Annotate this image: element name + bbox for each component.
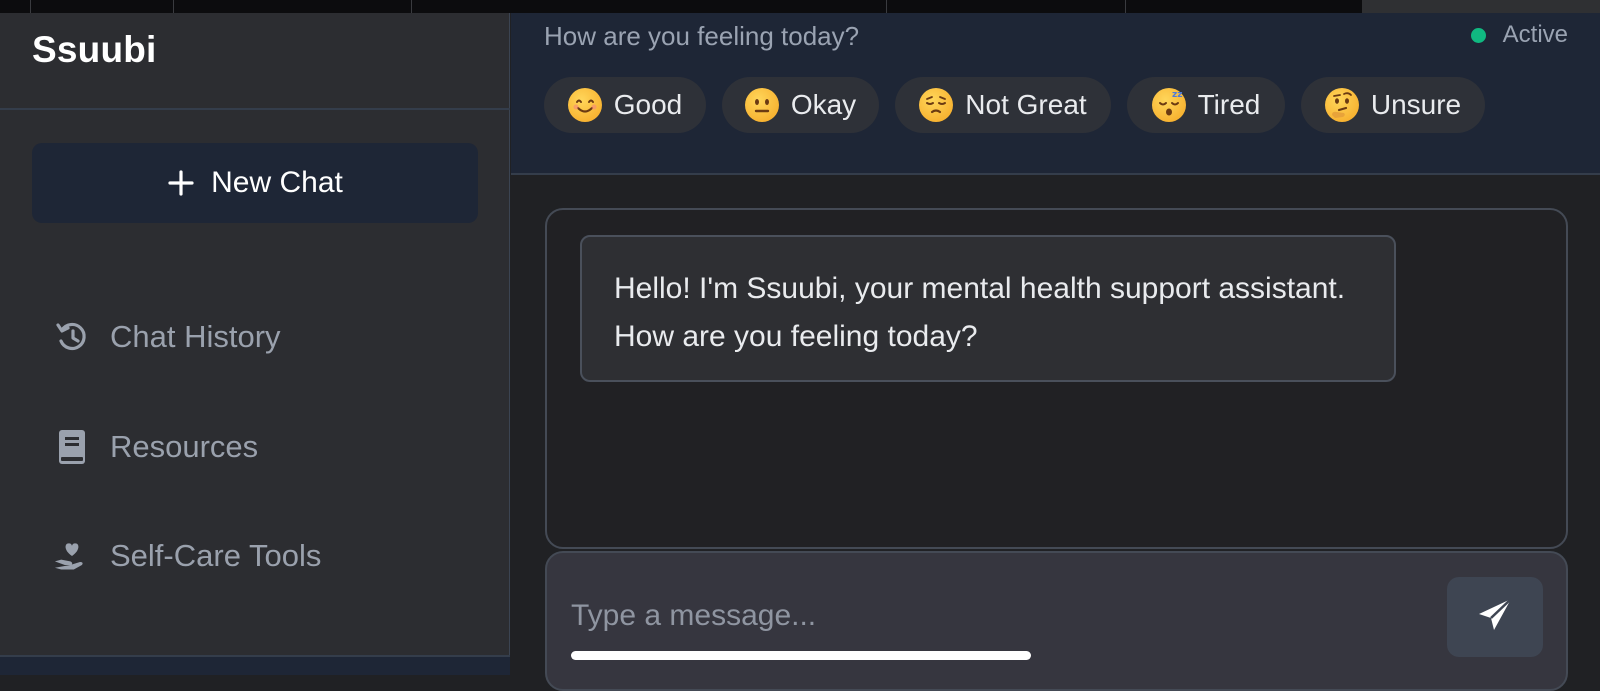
- sidebar-item-label: Self-Care Tools: [110, 538, 322, 573]
- message-input[interactable]: [571, 591, 1411, 641]
- sidebar: Ssuubi New Chat Chat History Resources S…: [0, 13, 510, 675]
- message-composer: [545, 551, 1568, 691]
- mood-header: How are you feeling today? Active Good O…: [511, 13, 1600, 175]
- assistant-message-bubble: Hello! I'm Ssuubi, your mental health su…: [580, 235, 1396, 382]
- tab-separator: [173, 0, 174, 13]
- mood-button-unsure[interactable]: Unsure: [1301, 77, 1485, 133]
- thinking-face-emoji: [1324, 88, 1359, 122]
- input-focus-underline: [571, 651, 1031, 660]
- tab-separator: [411, 0, 412, 13]
- hand-heart-icon: [54, 538, 90, 574]
- new-chat-button[interactable]: New Chat: [32, 143, 478, 223]
- smiling-face-emoji: [567, 88, 602, 122]
- status-dot: [1470, 27, 1486, 43]
- mood-label: Good: [613, 89, 683, 120]
- mood-label: Okay: [790, 89, 857, 120]
- tab-separator: [1125, 0, 1126, 13]
- plus-icon: [167, 169, 195, 197]
- mood-button-okay[interactable]: Okay: [722, 77, 879, 133]
- send-button[interactable]: [1447, 577, 1543, 657]
- history-icon: [54, 319, 90, 355]
- app-brand: Ssuubi: [32, 29, 157, 70]
- status-indicator: Active: [1470, 21, 1568, 49]
- neutral-face-emoji: [744, 88, 779, 122]
- sleeping-face-emoji: zz: [1151, 88, 1186, 122]
- svg-text:zz: zz: [1172, 90, 1182, 100]
- mood-button-not-great[interactable]: Not Great: [895, 77, 1111, 133]
- sidebar-item-self-care-tools[interactable]: Self-Care Tools: [54, 534, 321, 578]
- mood-label: Tired: [1197, 89, 1261, 120]
- mood-label: Unsure: [1370, 89, 1462, 120]
- sidebar-divider: [0, 108, 510, 110]
- tab-separator: [30, 0, 31, 13]
- status-label: Active: [1502, 21, 1568, 48]
- sidebar-item-chat-history[interactable]: Chat History: [54, 315, 281, 359]
- tab-strip-dark: [0, 0, 1362, 13]
- new-chat-label: New Chat: [211, 166, 343, 199]
- book-icon: [54, 429, 90, 465]
- send-icon: [1476, 596, 1514, 639]
- sidebar-item-label: Resources: [110, 429, 259, 464]
- sidebar-item-label: Chat History: [110, 319, 281, 354]
- browser-tab-strip: [0, 0, 1600, 13]
- pensive-face-emoji: [919, 88, 954, 122]
- sidebar-footer: [0, 655, 510, 675]
- tab-separator: [886, 0, 887, 13]
- mood-question: How are you feeling today?: [544, 21, 860, 51]
- mood-button-good[interactable]: Good: [544, 77, 706, 133]
- sidebar-item-resources[interactable]: Resources: [54, 425, 258, 469]
- chat-messages-panel[interactable]: Hello! I'm Ssuubi, your mental health su…: [545, 208, 1568, 549]
- mood-label: Not Great: [965, 89, 1087, 120]
- mood-button-tired[interactable]: zz Tired: [1127, 77, 1285, 133]
